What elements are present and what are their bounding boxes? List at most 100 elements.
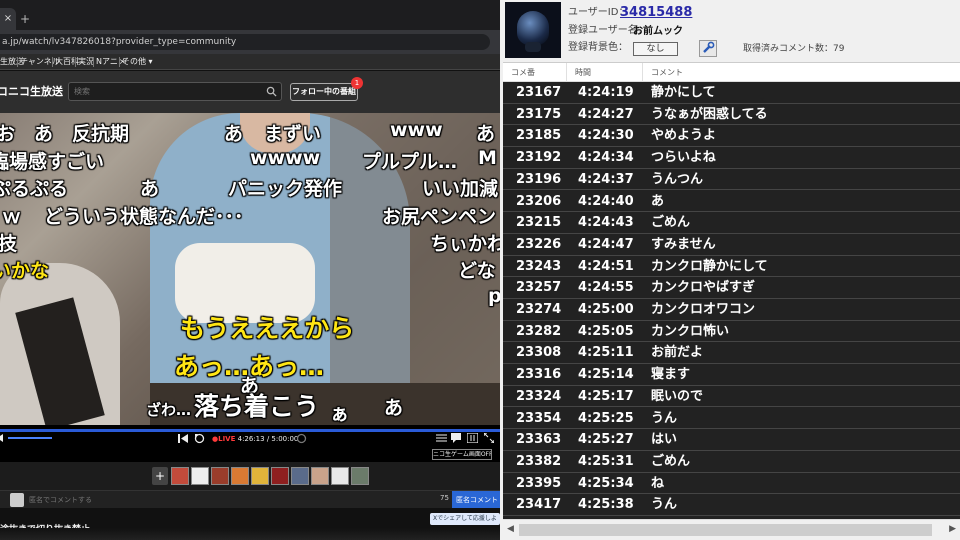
comment-text: あ (651, 193, 665, 209)
scroll-left-arrow[interactable]: ◀ (507, 524, 514, 534)
gift-bar: + (0, 462, 500, 490)
table-row[interactable]: 23257 4:24:55 カンクロやばすぎ (503, 277, 960, 299)
search-icon[interactable] (266, 86, 277, 97)
table-row[interactable]: 23382 4:25:31 ごめん (503, 451, 960, 473)
skip-back-icon[interactable] (178, 434, 188, 443)
table-row[interactable]: 23167 4:24:19 静かにして (503, 82, 960, 104)
table-row[interactable]: 23282 4:25:05 カンクロ怖い (503, 321, 960, 343)
horizontal-scrollbar[interactable]: ◀ ▶ (503, 519, 960, 540)
background-color-select[interactable]: なし (633, 42, 678, 56)
comment-text: カンクロ怖い (651, 323, 730, 339)
comment-input[interactable] (27, 493, 437, 507)
table-row[interactable]: 23363 4:25:27 はい (503, 429, 960, 451)
scroll-thumb[interactable] (519, 524, 932, 536)
seek-bar[interactable] (0, 429, 500, 432)
danmaku-comment: ちぃかわ (430, 233, 500, 255)
column-header-number[interactable]: コメ番 (503, 63, 567, 82)
gift-thumbnail[interactable] (211, 467, 229, 485)
gift-thumbnail[interactable] (331, 467, 349, 485)
danmaku-comment: あ (224, 123, 244, 145)
settings-sliders-icon[interactable] (436, 433, 447, 443)
new-tab-button[interactable]: + (20, 10, 30, 28)
address-bar: a.jp/watch/lv347826018?provider_type=com… (0, 30, 500, 54)
danmaku-comment: 臨場感すごい (0, 151, 105, 173)
table-row[interactable]: 23243 4:24:51 カンクロ静かにして (503, 256, 960, 278)
table-row[interactable]: 23196 4:24:37 うんつん (503, 169, 960, 191)
avatar (10, 493, 24, 507)
comment-table[interactable]: 23167 4:24:19 静かにして 23175 4:24:27 うなぁが困惑してる … (503, 82, 960, 519)
danmaku-comment: どういう状態なんだ･･･ (44, 206, 244, 228)
gift-thumbnail[interactable] (351, 467, 369, 485)
gift-thumbnail[interactable] (171, 467, 189, 485)
table-row[interactable]: 23226 4:24:47 すみません (503, 234, 960, 256)
volume-icon[interactable] (0, 434, 5, 442)
comment-number: 23382 (516, 453, 562, 469)
nav-divider (93, 57, 94, 67)
share-x-button[interactable]: Xでシェアして応援しよ (430, 513, 500, 525)
comment-time: 4:24:51 (578, 258, 634, 274)
settings-button[interactable] (699, 40, 717, 57)
danmaku-comment: ぷるぷる (0, 178, 69, 200)
forward-icon[interactable] (296, 433, 307, 444)
anonymous-comment-button[interactable]: 匿名コメント (452, 491, 500, 509)
gift-thumbnail[interactable] (231, 467, 249, 485)
notification-badge: 1 (351, 77, 363, 89)
comment-list-icon[interactable] (467, 433, 478, 443)
table-row[interactable]: 23192 4:24:34 つらいよね (503, 147, 960, 169)
nav-item-more[interactable]: その他 ▾ (122, 54, 153, 70)
danmaku-comment: p (488, 285, 500, 307)
column-header-time[interactable]: 時間 (567, 63, 643, 82)
comment-number: 23274 (516, 302, 562, 317)
danmaku-comment: ざわ… (146, 401, 192, 419)
comment-number: 23196 (516, 171, 562, 187)
comment-toggle-icon[interactable] (451, 433, 461, 443)
comment-text: カンクロオワコン (651, 302, 756, 317)
gift-thumbnail[interactable] (311, 467, 329, 485)
column-header-comment[interactable]: コメント (643, 63, 960, 82)
comment-text: 眠いので (651, 388, 704, 404)
table-row[interactable]: 23274 4:25:00 カンクロオワコン (503, 299, 960, 321)
comment-number: 23316 (516, 367, 562, 383)
comment-number: 23206 (516, 193, 562, 209)
comment-time: 4:24:40 (578, 193, 634, 209)
danmaku-comment: 落ち着こう (194, 392, 320, 421)
table-row[interactable]: 23324 4:25:17 眠いので (503, 386, 960, 408)
table-row[interactable]: 23175 4:24:27 うなぁが困惑してる (503, 104, 960, 126)
comment-viewer-window: ユーザーID： 34815488 登録ユーザー名： お前ムック 登録背景色： な… (503, 0, 960, 540)
add-gift-button[interactable]: + (152, 467, 168, 485)
gift-thumbnail[interactable] (191, 467, 209, 485)
url-field[interactable]: a.jp/watch/lv347826018?provider_type=com… (0, 34, 490, 50)
scroll-right-arrow[interactable]: ▶ (949, 524, 956, 534)
tab-close-button[interactable]: × (0, 8, 16, 30)
gift-thumbnail[interactable] (271, 467, 289, 485)
gift-thumbnail[interactable] (251, 467, 269, 485)
table-row[interactable]: 23354 4:25:25 うん (503, 408, 960, 430)
gift-thumbnail[interactable] (291, 467, 309, 485)
table-row[interactable]: 23215 4:24:43 ごめん (503, 212, 960, 234)
comment-number: 23354 (516, 410, 562, 426)
fullscreen-icon[interactable] (484, 433, 494, 443)
comment-text: ごめん (651, 215, 691, 231)
comment-number: 23185 (516, 128, 562, 144)
table-row[interactable]: 23316 4:25:14 寝ます (503, 364, 960, 386)
table-row[interactable]: 23206 4:24:40 あ (503, 191, 960, 213)
table-row[interactable]: 23417 4:25:38 うん (503, 494, 960, 516)
table-row[interactable]: 23308 4:25:11 お前だよ (503, 342, 960, 365)
nav-item-channel[interactable]: チャンネル (20, 54, 60, 70)
search-input[interactable] (74, 83, 264, 100)
user-id-link[interactable]: 34815488 (620, 5, 692, 21)
table-row[interactable]: 23185 4:24:30 やめようよ (503, 125, 960, 148)
table-row[interactable]: 23395 4:25:34 ね (503, 473, 960, 495)
comment-number: 23175 (516, 106, 562, 122)
danmaku-comment: ｗ (2, 206, 22, 228)
user-info-panel: ユーザーID： 34815488 登録ユーザー名： お前ムック 登録背景色： な… (503, 0, 960, 62)
rewind-icon[interactable] (194, 433, 205, 444)
comment-time: 4:25:17 (578, 388, 634, 404)
game-screen-toggle-button[interactable]: ニコ生ゲーム画面OFF (432, 449, 492, 460)
registered-name: お前ムック (633, 26, 683, 37)
site-logo[interactable]: ニコニコ生放送 (0, 85, 63, 99)
video-player[interactable]: お あ 反抗期 あ まずい www あ 臨場感すごい wwww プルプル… M … (0, 113, 500, 425)
following-programs-button[interactable]: フォロー中の番組 1 (290, 77, 363, 101)
volume-slider[interactable] (8, 437, 52, 439)
nav-item-jikkyo[interactable]: 実況 (78, 54, 94, 70)
